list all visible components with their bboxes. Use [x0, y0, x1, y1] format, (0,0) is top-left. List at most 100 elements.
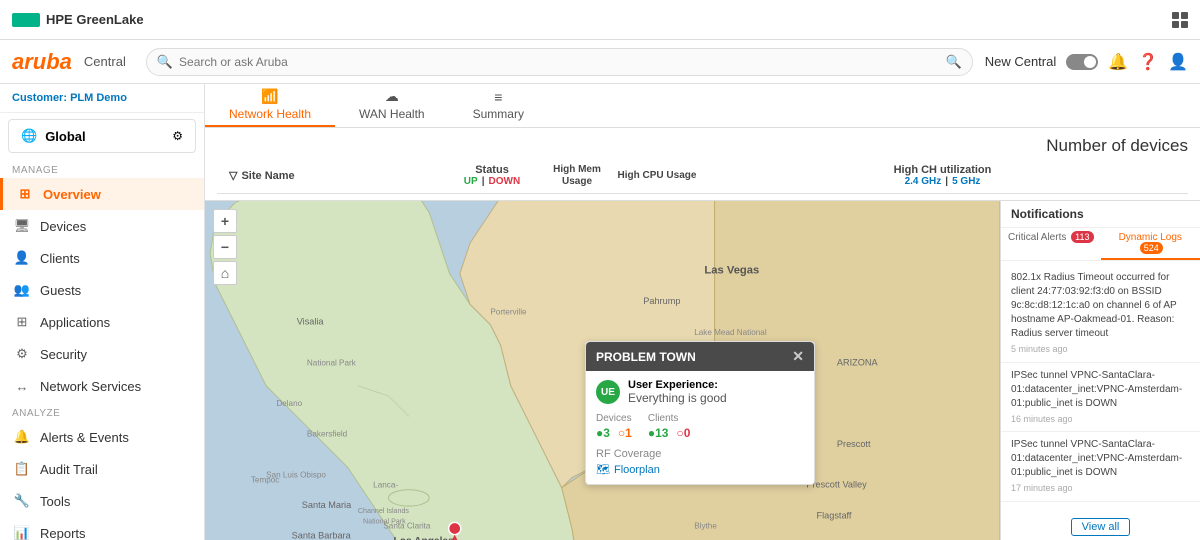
top-bar: HPE GreenLake	[0, 0, 1200, 40]
clients-green-count: ●13	[648, 426, 669, 440]
col-headers: ▽ Site Name Status UP | DOWN High Mem Us…	[217, 158, 1188, 194]
analyze-section-label: Analyze	[0, 402, 204, 421]
dynamic-count-badge: 524	[1140, 242, 1163, 254]
ghz-links: 2.4 GHz | 5 GHz	[697, 176, 1188, 187]
zoom-out-button[interactable]: −	[213, 235, 237, 259]
filter-icon: ▽	[229, 169, 237, 182]
down-link[interactable]: DOWN	[489, 176, 521, 187]
search-input[interactable]	[179, 55, 939, 69]
sidebar-item-applications[interactable]: ⊞ Applications	[0, 306, 204, 338]
svg-text:Santa Maria: Santa Maria	[302, 500, 352, 510]
tab-network-health[interactable]: 📶 Network Health	[205, 84, 335, 127]
location-popup: PROBLEM TOWN ✕ UE User Experience: Every…	[585, 341, 815, 485]
sidebar-item-label: Clients	[40, 251, 80, 266]
overview-icon: ⊞	[17, 186, 33, 202]
account-toggle[interactable]	[1066, 54, 1098, 70]
search-icon: 🔍	[157, 54, 173, 70]
col-highmem-header: High Mem Usage	[537, 164, 617, 188]
sidebar-item-alerts[interactable]: 🔔 Alerts & Events	[0, 421, 204, 453]
svg-text:Las Vegas: Las Vegas	[704, 265, 759, 277]
notification-text: 802.1x Radius Timeout occurred for clien…	[1011, 271, 1190, 341]
clients-icon: 👤	[14, 250, 30, 266]
devices-icon: 🖥	[14, 218, 30, 234]
critical-alerts-tab[interactable]: Critical Alerts 113	[1001, 228, 1101, 260]
security-icon: ⚙	[14, 346, 30, 362]
sidebar-item-devices[interactable]: 🖥 Devices	[0, 210, 204, 242]
floorplan-link[interactable]: 🗺 Floorplan	[596, 463, 660, 476]
col-site-header[interactable]: ▽ Site Name	[217, 169, 447, 182]
global-item[interactable]: 🌐 Global ⚙	[8, 119, 196, 153]
popup-title: PROBLEM TOWN	[596, 350, 696, 364]
svg-text:Pahrump: Pahrump	[643, 296, 680, 306]
critical-count-badge: 113	[1071, 231, 1093, 243]
col-status-header: Status UP | DOWN	[447, 164, 537, 187]
home-button[interactable]: ⌂	[213, 261, 237, 285]
popup-stats: Devices ●3 ○1 Clients ●13	[596, 413, 804, 440]
dynamic-logs-tab[interactable]: Dynamic Logs 524	[1101, 228, 1200, 260]
clients-stat: Clients ●13 ○0	[648, 413, 691, 440]
sidebar-item-guests[interactable]: 👥 Guests	[0, 274, 204, 306]
central-label: Central	[84, 54, 126, 69]
sidebar-item-network-services[interactable]: ↔ Network Services	[0, 370, 204, 402]
svg-text:Bakersfield: Bakersfield	[307, 430, 347, 439]
svg-text:Channel Islands: Channel Islands	[358, 507, 410, 515]
svg-text:Prescott: Prescott	[837, 439, 871, 449]
up-link[interactable]: UP	[464, 176, 478, 187]
search-submit-icon[interactable]: 🔍	[946, 54, 962, 70]
sidebar-item-reports[interactable]: 📊 Reports	[0, 517, 204, 540]
sidebar-item-audit-trail[interactable]: 📋 Audit Trail	[0, 453, 204, 485]
svg-text:Los Angeles: Los Angeles	[394, 536, 455, 540]
hpe-logo: HPE GreenLake	[12, 12, 144, 27]
svg-text:Porterville: Porterville	[490, 307, 527, 316]
search-bar[interactable]: 🔍 🔍	[146, 48, 973, 76]
svg-text:National Park: National Park	[307, 358, 357, 367]
floorplan-label: Floorplan	[614, 464, 660, 476]
second-bar: aruba Central 🔍 🔍 New Central 🔔 ❓ 👤	[0, 40, 1200, 84]
sidebar-item-label: Guests	[40, 283, 81, 298]
global-label: Global	[45, 129, 85, 144]
view-all-button[interactable]: View all	[1071, 518, 1131, 536]
map-container[interactable]: Visalia National Park Delano Bakersfield…	[205, 201, 1000, 540]
sidebar-item-label: Overview	[43, 187, 101, 202]
bell-icon[interactable]: 🔔	[1108, 52, 1128, 72]
sidebar-item-label: Security	[40, 347, 87, 362]
help-icon[interactable]: ❓	[1138, 52, 1158, 72]
sidebar-item-tools[interactable]: 🔧 Tools	[0, 485, 204, 517]
sidebar-item-overview[interactable]: ⊞ Overview	[0, 178, 204, 210]
rf-coverage-row: RF Coverage	[596, 448, 804, 460]
svg-text:ARIZONA: ARIZONA	[837, 357, 879, 367]
customer-bar: Customer: PLM Demo	[0, 84, 204, 113]
ue-label: User Experience:	[628, 379, 727, 391]
svg-text:National Park: National Park	[363, 517, 406, 525]
tab-summary[interactable]: ≡ Summary	[449, 84, 548, 127]
tab-bar: 📶 Network Health ☁ WAN Health ≡ Summary	[205, 84, 1200, 128]
clients-values: ●13 ○0	[648, 426, 691, 440]
zoom-in-button[interactable]: +	[213, 209, 237, 233]
notification-time: 16 minutes ago	[1011, 413, 1190, 426]
tab-wan-health[interactable]: ☁ WAN Health	[335, 84, 449, 127]
sidebar-item-label: Devices	[40, 219, 86, 234]
grid-icon[interactable]	[1172, 12, 1188, 28]
user-icon[interactable]: 👤	[1168, 52, 1188, 72]
settings-icon[interactable]: ⚙	[172, 129, 183, 143]
notification-item: IPSec tunnel VPNC-SantaClara-01:datacent…	[1001, 432, 1200, 502]
ue-status: Everything is good	[628, 391, 727, 405]
sidebar-item-label: Audit Trail	[40, 462, 98, 477]
clients-label: Clients	[648, 413, 691, 424]
ghz-24-link[interactable]: 2.4 GHz	[905, 176, 942, 187]
main-layout: Customer: PLM Demo 🌐 Global ⚙ Manage ⊞ O…	[0, 84, 1200, 540]
ghz-5-link[interactable]: 5 GHz	[952, 176, 980, 187]
user-experience-row: UE User Experience: Everything is good	[596, 379, 804, 405]
account-label: New Central	[985, 54, 1057, 69]
sidebar-item-security[interactable]: ⚙ Security	[0, 338, 204, 370]
sidebar-item-clients[interactable]: 👤 Clients	[0, 242, 204, 274]
notification-item: 802.1x Radius Timeout occurred for clien…	[1001, 265, 1200, 363]
popup-close-button[interactable]: ✕	[792, 348, 804, 365]
popup-body: UE User Experience: Everything is good D…	[586, 371, 814, 484]
devices-green-count: ●3	[596, 426, 610, 440]
sidebar-item-label: Network Services	[40, 379, 141, 394]
reports-icon: 📊	[14, 525, 30, 540]
top-bar-right	[1172, 12, 1188, 28]
tools-icon: 🔧	[14, 493, 30, 509]
notification-text: IPSec tunnel VPNC-SantaClara-01:datacent…	[1011, 369, 1190, 411]
